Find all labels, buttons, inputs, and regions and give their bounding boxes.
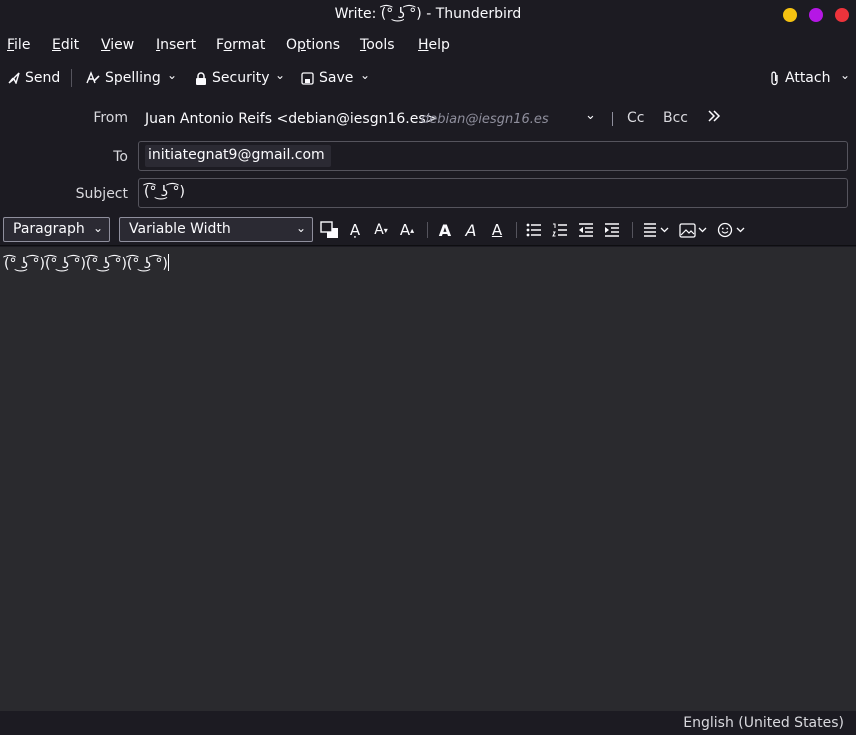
- menu-edit[interactable]: Edit: [52, 37, 79, 53]
- insert-image-icon[interactable]: [679, 220, 709, 240]
- send-icon: [8, 72, 20, 84]
- from-label: From: [93, 110, 128, 126]
- maximize-button[interactable]: [809, 8, 823, 22]
- chevron-down-icon: ⌄: [295, 221, 306, 235]
- format-separator: [516, 222, 517, 238]
- save-icon: [301, 71, 314, 85]
- indent-icon[interactable]: [603, 220, 621, 240]
- underline-icon[interactable]: A: [488, 220, 506, 240]
- subject-field[interactable]: (͡° ͜ʖ ͡°): [138, 178, 848, 208]
- menu-file[interactable]: File: [7, 37, 30, 53]
- send-label: Send: [25, 70, 61, 86]
- menu-view[interactable]: View: [101, 37, 134, 53]
- format-separator: [427, 222, 428, 238]
- send-button[interactable]: Send: [8, 67, 60, 89]
- save-dropdown-chevron-icon[interactable]: ⌄: [360, 68, 370, 82]
- security-label: Security: [212, 70, 270, 86]
- font-size-down-icon[interactable]: A ▾: [371, 220, 391, 240]
- more-recipients-icon[interactable]: [707, 109, 721, 127]
- message-header: From Juan Antonio Reifs <debian@iesgn16.…: [0, 96, 856, 212]
- font-size-up-icon[interactable]: A ▴: [397, 220, 417, 240]
- subject-label: Subject: [75, 186, 128, 202]
- language-indicator[interactable]: English (United States): [683, 715, 844, 731]
- from-hint: debian@iesgn16.es: [421, 112, 549, 127]
- text-cursor: [167, 254, 169, 271]
- subject-value: (͡° ͜ʖ ͡°): [144, 184, 185, 200]
- attach-button[interactable]: Attach: [770, 67, 830, 89]
- from-dropdown-chevron-icon: ⌄: [585, 108, 596, 123]
- align-menu-icon[interactable]: [642, 220, 672, 240]
- paperclip-icon: [771, 71, 778, 85]
- format-separator: [632, 222, 633, 238]
- save-button[interactable]: Save: [301, 67, 353, 89]
- menu-help[interactable]: Help: [418, 37, 450, 53]
- title-bar: Write: (͡° ͜ʖ ͡°) - Thunderbird: [0, 0, 856, 30]
- menu-format[interactable]: Format: [216, 37, 265, 53]
- cc-button[interactable]: Cc: [627, 110, 644, 126]
- emoji-icon[interactable]: [717, 220, 747, 240]
- spelling-label: Spelling: [105, 70, 161, 86]
- spelling-dropdown-chevron-icon[interactable]: ⌄: [167, 68, 177, 82]
- toolbar-separator: [71, 69, 72, 87]
- spelling-icon: [86, 71, 100, 84]
- smaller-font-icon[interactable]: Ạ: [345, 220, 365, 240]
- window-title: Write: (͡° ͜ʖ ͡°) - Thunderbird: [334, 6, 522, 22]
- message-body-editor[interactable]: (͡° ͜ʖ ͡°)(͡° ͜ʖ ͡°)(͡° ͜ʖ ͡°)(͡° ͜ʖ ͡°): [0, 247, 856, 711]
- bcc-button[interactable]: Bcc: [663, 110, 688, 126]
- bold-icon[interactable]: A: [436, 220, 454, 240]
- chevron-down-icon: ⌄: [92, 221, 103, 235]
- font-select[interactable]: Variable Width ⌄: [119, 217, 313, 242]
- paragraph-format-select[interactable]: Paragraph ⌄: [3, 217, 110, 242]
- recipient-pill[interactable]: initiategnat9@gmail.com: [145, 145, 331, 167]
- text-color-icon[interactable]: [319, 220, 341, 240]
- format-toolbar: Paragraph ⌄ Variable Width ⌄ Ạ A ▾ A ▴ A …: [0, 212, 856, 246]
- menu-tools[interactable]: Tools: [360, 37, 395, 53]
- outdent-icon[interactable]: [577, 220, 595, 240]
- menu-bar: File Edit View Insert Format Options Too…: [0, 30, 856, 60]
- security-button[interactable]: Security: [195, 67, 270, 89]
- message-body-text: (͡° ͜ʖ ͡°)(͡° ͜ʖ ͡°)(͡° ͜ʖ ͡°)(͡° ͜ʖ ͡°): [4, 254, 169, 272]
- to-label: To: [113, 149, 128, 165]
- font-value: Variable Width: [129, 221, 231, 237]
- bullet-list-icon[interactable]: [525, 220, 543, 240]
- menu-options[interactable]: Options: [286, 37, 340, 53]
- minimize-button[interactable]: [783, 8, 797, 22]
- from-identity-select[interactable]: Juan Antonio Reifs <debian@iesgn16.es> d…: [138, 104, 604, 134]
- to-field[interactable]: initiategnat9@gmail.com: [138, 141, 848, 171]
- numbered-list-icon[interactable]: [551, 220, 569, 240]
- italic-icon[interactable]: A: [462, 220, 480, 240]
- compose-toolbar: Send Spelling ⌄ Security ⌄ Save ⌄ Attach…: [0, 62, 856, 94]
- from-separator: [612, 112, 613, 126]
- paragraph-format-value: Paragraph: [13, 221, 85, 237]
- close-button[interactable]: [835, 8, 849, 22]
- from-value: Juan Antonio Reifs <debian@iesgn16.es>: [145, 111, 438, 127]
- spelling-button[interactable]: Spelling: [86, 67, 161, 89]
- security-dropdown-chevron-icon[interactable]: ⌄: [275, 68, 285, 82]
- status-bar: English (United States): [0, 711, 856, 735]
- menu-insert[interactable]: Insert: [156, 37, 196, 53]
- attach-label: Attach: [785, 70, 831, 86]
- lock-icon: [196, 71, 206, 85]
- attach-dropdown-chevron-icon[interactable]: ⌄: [840, 68, 850, 82]
- save-label: Save: [319, 70, 354, 86]
